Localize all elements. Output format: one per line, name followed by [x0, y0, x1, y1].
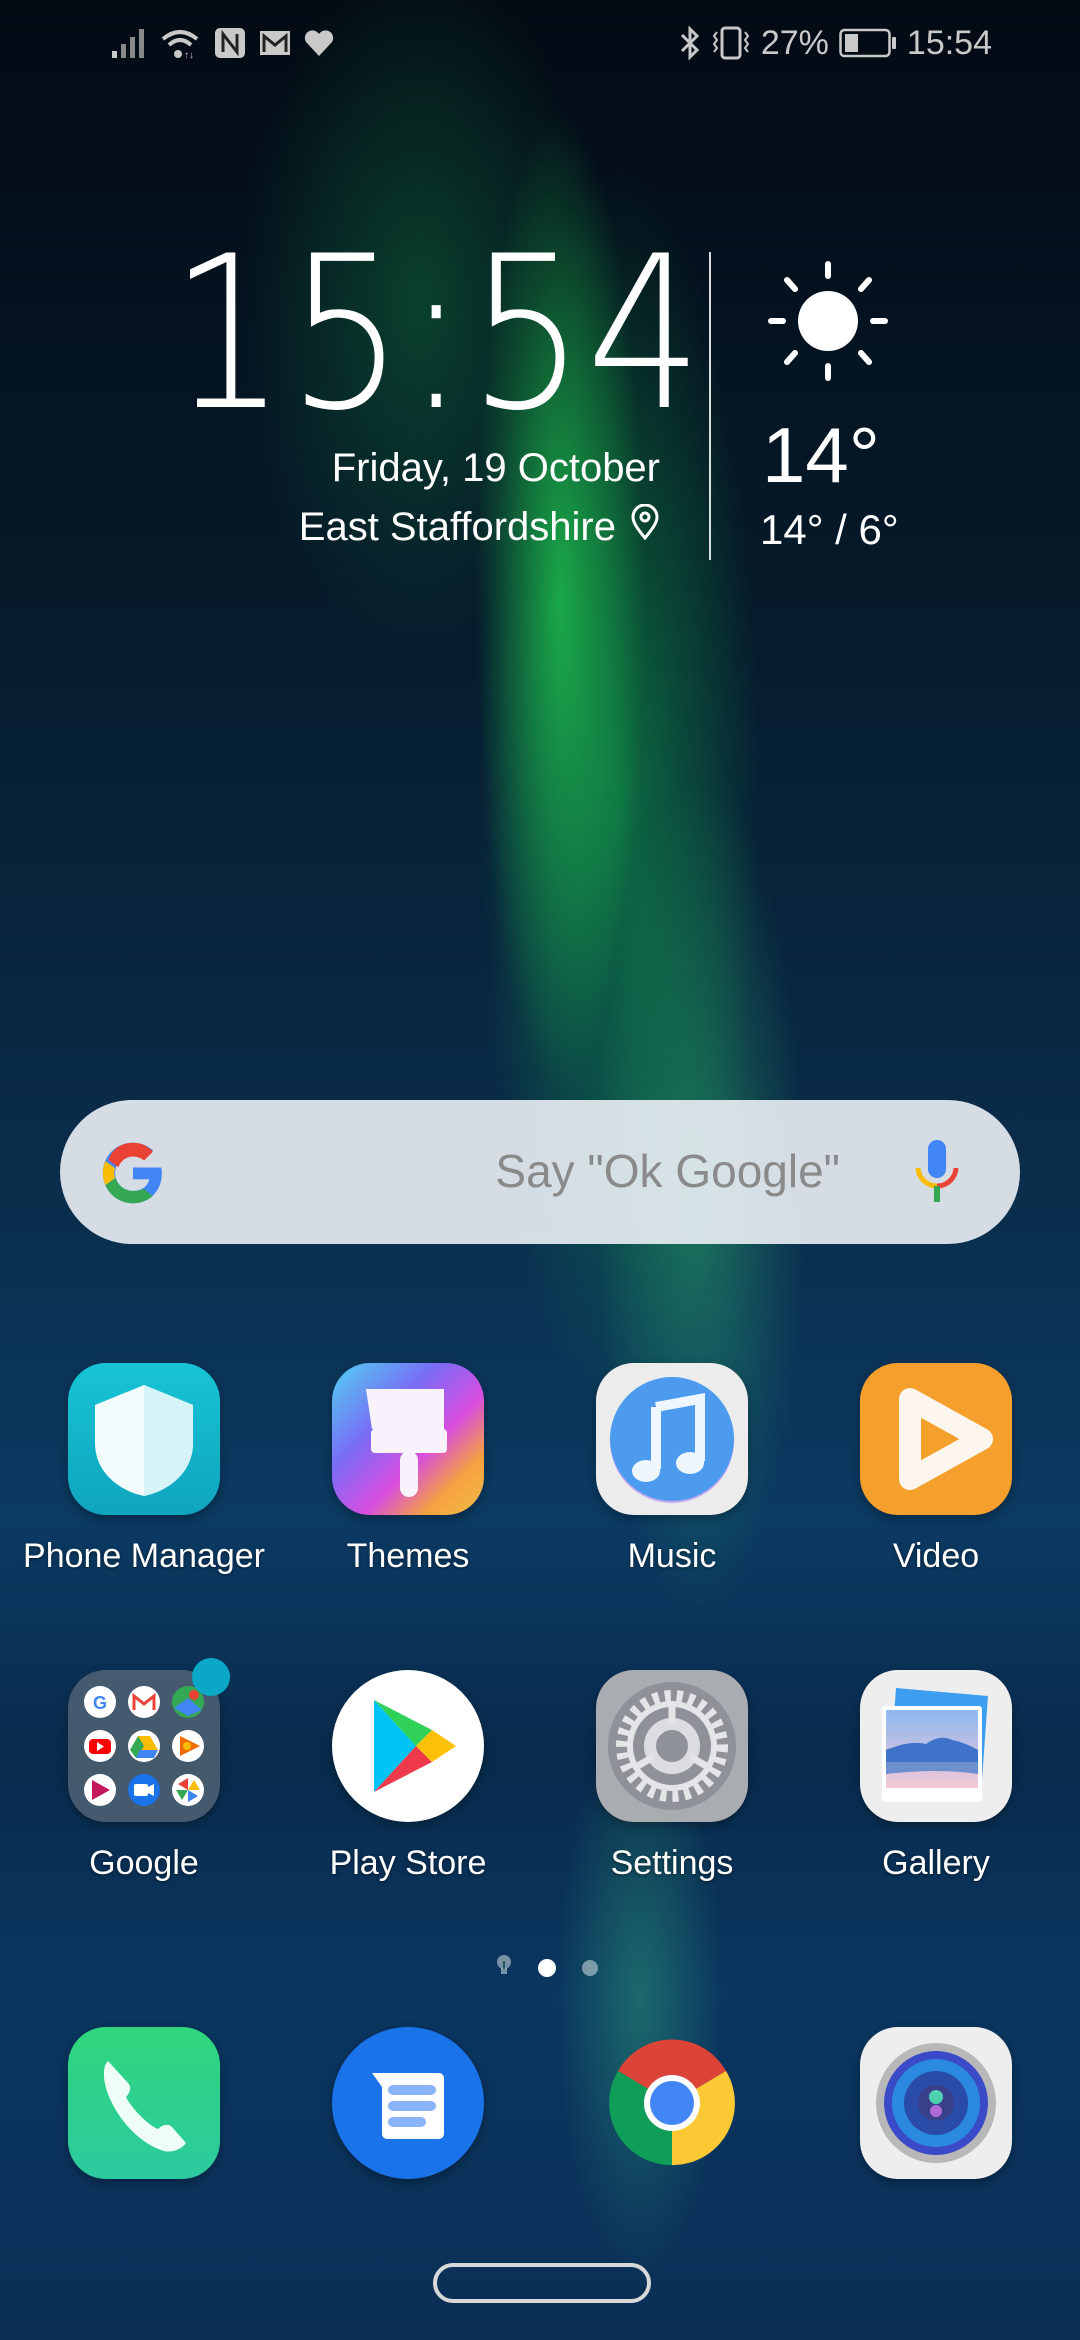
battery-percent: 27% [760, 23, 829, 62]
bluetooth-icon [679, 26, 701, 60]
app-gallery[interactable]: Gallery [804, 1670, 1068, 1883]
app-play-store[interactable]: Play Store [276, 1670, 540, 1883]
dock-chrome[interactable] [540, 2027, 804, 2179]
clock-widget-date[interactable]: Friday, 19 October [332, 446, 660, 491]
clock-minutes: 54 [468, 210, 705, 457]
app-label: Video [892, 1537, 980, 1575]
app-folder-google[interactable]: G Google [12, 1670, 276, 1883]
phone-icon [68, 2027, 220, 2179]
play-store-icon [332, 1670, 484, 1822]
app-themes[interactable]: Themes [276, 1363, 540, 1576]
wifi-icon: ↑↓ [160, 27, 200, 59]
camera-icon [860, 2027, 1012, 2179]
health-icon [304, 29, 334, 57]
app-label: Music [627, 1537, 717, 1575]
location-pin-icon [630, 503, 660, 550]
app-music[interactable]: Music [540, 1363, 804, 1576]
app-settings[interactable]: Settings [540, 1670, 804, 1883]
svg-text:↑↓: ↑↓ [184, 50, 194, 59]
page-dot-current[interactable] [538, 1958, 556, 1977]
gmail-icon [260, 31, 290, 55]
widget-divider [709, 252, 711, 560]
shield-icon [68, 1363, 220, 1515]
messages-icon [332, 2027, 484, 2179]
location-label: East Staffordshire [298, 504, 616, 549]
page-indicator[interactable] [496, 1955, 598, 1980]
clock-colon: : [405, 210, 469, 457]
app-label: Themes [346, 1537, 470, 1575]
paintbrush-icon [332, 1363, 484, 1515]
google-search-bar[interactable]: Say "Ok Google" [60, 1100, 1020, 1244]
search-hint: Say "Ok Google" [495, 1145, 840, 1197]
app-video[interactable]: Video [804, 1363, 1068, 1576]
app-label: Google [89, 1844, 199, 1882]
gear-icon [596, 1670, 748, 1822]
status-time: 15:54 [906, 23, 992, 62]
music-note-icon [596, 1363, 748, 1515]
clock-widget-location[interactable]: East Staffordshire [298, 503, 660, 550]
app-label: Phone Manager [23, 1537, 265, 1575]
battery-icon [839, 28, 897, 58]
app-phone-manager[interactable]: Phone Manager [12, 1363, 276, 1576]
clock-hours: 15 [170, 210, 406, 457]
folder-icon: G [68, 1670, 220, 1822]
app-label: Play Store [329, 1844, 487, 1882]
folder-notification-badge [192, 1658, 230, 1696]
google-g-icon[interactable] [100, 1140, 166, 1211]
vibrate-icon [711, 26, 751, 60]
dock-messages[interactable] [276, 2027, 540, 2179]
sun-icon[interactable] [765, 258, 891, 389]
app-label: Settings [610, 1844, 734, 1882]
weather-range: 14° / 6° [760, 506, 899, 553]
status-bar-left: ↑↓ [112, 18, 334, 68]
gallery-icon [860, 1670, 1012, 1822]
mic-icon[interactable] [914, 1140, 960, 1209]
clock-widget-time[interactable]: 15:54 [170, 228, 704, 440]
chrome-icon [596, 2027, 748, 2179]
hint-bulb-icon[interactable] [496, 1955, 512, 1980]
app-label: Gallery [882, 1844, 990, 1882]
dock-phone[interactable] [12, 2027, 276, 2179]
signal-icon [112, 27, 146, 59]
nfc-icon [214, 27, 246, 59]
svg-text:G: G [93, 1693, 107, 1713]
status-bar-right: 27% 15:54 [679, 18, 992, 68]
weather-temperature[interactable]: 14° [762, 410, 880, 501]
play-icon [860, 1363, 1012, 1515]
dock-camera[interactable] [804, 2027, 1068, 2179]
home-gesture-pill[interactable] [433, 2263, 651, 2303]
page-dot[interactable] [582, 1959, 598, 1976]
